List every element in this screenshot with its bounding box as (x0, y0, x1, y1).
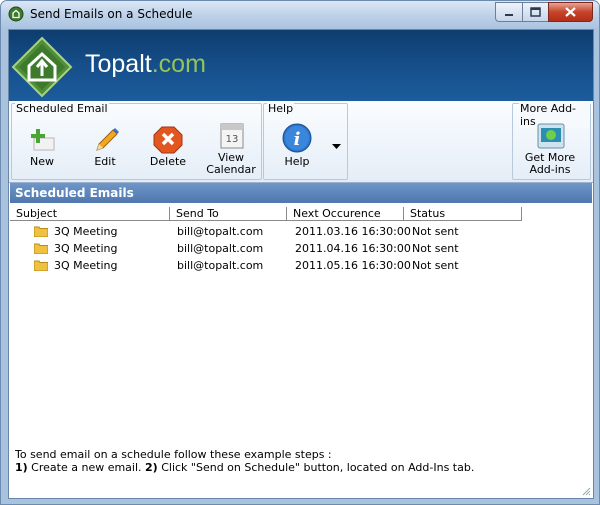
instructions-intro: To send email on a schedule follow these… (15, 448, 332, 461)
client-area: Topalt.com Scheduled Email New Edit Dele… (8, 29, 594, 499)
brand-tld: .com (151, 50, 206, 78)
new-button[interactable]: New (15, 118, 69, 178)
cell-status: Not sent (412, 225, 459, 238)
brand-banner: Topalt.com (9, 30, 593, 101)
close-icon (565, 7, 576, 17)
cell-send-to: bill@topalt.com (177, 259, 264, 272)
app-window: Send Emails on a Schedule Topalt.com Sch… (0, 0, 600, 505)
cell-send-to: bill@topalt.com (177, 242, 264, 255)
calendar-icon: 13 (220, 123, 244, 149)
step1-text: Create a new email. (27, 461, 146, 474)
new-label: New (30, 155, 54, 168)
minimize-button[interactable] (495, 2, 523, 22)
brand-main: Topalt (85, 50, 152, 78)
get-more-addins-label: Get More Add-ins (523, 152, 577, 176)
step2-text: Click "Send on Schedule" button, located… (157, 461, 475, 474)
maximize-icon (530, 7, 541, 17)
instructions-steps: 1) Create a new email. 2) Click "Send on… (15, 461, 474, 474)
group-more-addins: More Add-ins Get More Add-ins (512, 102, 591, 180)
column-status[interactable]: Status (404, 207, 522, 221)
ribbon: Scheduled Email New Edit Delete 13 View … (9, 101, 593, 183)
svg-text:i: i (294, 129, 301, 150)
pencil-icon (96, 128, 119, 151)
column-next-occurence[interactable]: Next Occurence (287, 207, 404, 221)
addins-icon (537, 123, 565, 149)
delete-x-icon (153, 126, 183, 154)
folder-icon (34, 226, 48, 237)
close-button[interactable] (548, 2, 593, 22)
window-title: Send Emails on a Schedule (30, 7, 193, 21)
group-help: Help i Help (263, 102, 348, 180)
table-row[interactable]: 3Q Meeting bill@topalt.com 2011.03.16 16… (10, 223, 570, 240)
cell-subject: 3Q Meeting (54, 225, 118, 238)
column-subject[interactable]: Subject (10, 207, 170, 221)
instructions-footer: To send email on a schedule follow these… (15, 448, 474, 474)
edit-label: Edit (94, 155, 116, 168)
scheduled-emails-header: Scheduled Emails (10, 183, 592, 203)
folder-icon (34, 243, 48, 254)
step1-number: 1) (15, 461, 28, 474)
cell-next-occurence: 2011.04.16 16:30:00 (295, 242, 411, 255)
get-more-addins-label-line2: Add-ins (529, 163, 571, 176)
cell-subject: 3Q Meeting (54, 242, 118, 255)
group-label: Scheduled Email (15, 102, 109, 115)
edit-button[interactable]: Edit (78, 118, 132, 178)
cell-status: Not sent (412, 259, 459, 272)
svg-text:13: 13 (226, 134, 239, 145)
cell-status: Not sent (412, 242, 459, 255)
new-plus-icon (31, 129, 55, 151)
brand-logo-text: Topalt.com (85, 50, 206, 79)
cell-subject: 3Q Meeting (54, 259, 118, 272)
get-more-addins-button[interactable]: Get More Add-ins (523, 116, 577, 176)
info-icon: i (282, 123, 312, 153)
house-arrow-icon (11, 36, 73, 98)
group-scheduled-email: Scheduled Email New Edit Delete 13 View … (11, 102, 262, 180)
table-row[interactable]: 3Q Meeting bill@topalt.com 2011.04.16 16… (10, 240, 570, 257)
list-header: Subject Send To Next Occurence Status (10, 207, 522, 222)
view-calendar-button[interactable]: 13 View Calendar (204, 116, 258, 176)
help-button[interactable]: i Help (270, 118, 324, 178)
chevron-down-icon[interactable] (332, 144, 341, 150)
folder-icon (34, 260, 48, 271)
title-bar[interactable]: Send Emails on a Schedule (1, 1, 599, 29)
column-send-to[interactable]: Send To (170, 207, 287, 221)
maximize-button[interactable] (522, 2, 549, 22)
cell-send-to: bill@topalt.com (177, 225, 264, 238)
resize-grip-icon[interactable] (581, 486, 591, 496)
minimize-icon (505, 14, 513, 16)
step2-number: 2) (145, 461, 158, 474)
delete-button[interactable]: Delete (141, 118, 195, 178)
section-title: Scheduled Emails (15, 186, 134, 200)
cell-next-occurence: 2011.03.16 16:30:00 (295, 225, 411, 238)
table-row[interactable]: 3Q Meeting bill@topalt.com 2011.05.16 16… (10, 257, 570, 274)
help-label: Help (284, 155, 310, 168)
view-calendar-label-line2: Calendar (206, 163, 256, 176)
group-label: Help (267, 102, 295, 115)
delete-label: Delete (149, 155, 187, 168)
cell-next-occurence: 2011.05.16 16:30:00 (295, 259, 411, 272)
app-icon (8, 6, 24, 22)
view-calendar-label: View Calendar (204, 152, 258, 176)
